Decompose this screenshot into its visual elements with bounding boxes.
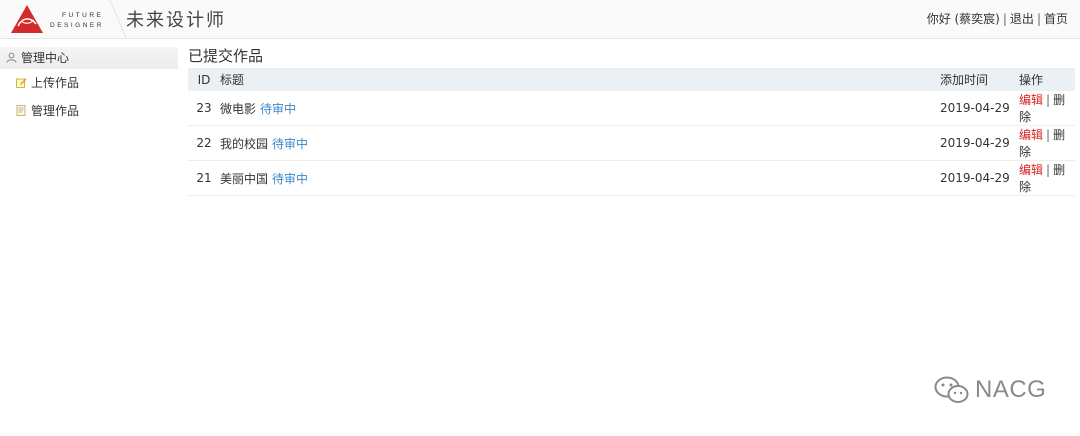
row-title: 美丽中国 bbox=[220, 171, 269, 186]
link-separator: | bbox=[1036, 12, 1041, 26]
table-row: 23 微电影 待审中 2019-04-29 编辑 | 删除 bbox=[188, 91, 1075, 126]
edit-link[interactable]: 编辑 bbox=[1019, 163, 1043, 177]
row-title: 我的校园 bbox=[220, 136, 269, 151]
col-header-ops: 操作 bbox=[1019, 73, 1044, 87]
op-separator: | bbox=[1046, 93, 1051, 107]
row-date: 2019-04-29 bbox=[940, 101, 1010, 115]
row-ops: 编辑 | 删除 bbox=[1019, 161, 1075, 196]
main-content: 已提交作品 ID 标题 添加时间 操作 23 微电影 待审中 2019-04-29… bbox=[188, 44, 1075, 196]
watermark-text: NACG bbox=[975, 376, 1047, 403]
status-badge: 待审中 bbox=[272, 136, 309, 151]
sidebar: 管理中心 上传作品 管理作品 bbox=[0, 47, 178, 125]
col-header-id: ID bbox=[197, 72, 211, 87]
link-separator: | bbox=[1002, 12, 1007, 26]
user-icon bbox=[6, 48, 17, 70]
logo-line-1: FUTURE bbox=[62, 12, 104, 19]
logo-text: FUTURE DESIGNER bbox=[50, 11, 104, 31]
table-header-row: ID 标题 添加时间 操作 bbox=[188, 68, 1075, 91]
user-greeting-link[interactable]: 你好 (蔡奕宸) bbox=[927, 12, 1000, 26]
logout-link[interactable]: 退出 bbox=[1010, 12, 1034, 26]
col-header-title: 标题 bbox=[220, 73, 245, 87]
sidebar-item-manage[interactable]: 管理作品 bbox=[0, 97, 178, 125]
document-icon bbox=[16, 98, 27, 126]
page-title: 已提交作品 bbox=[188, 47, 264, 65]
row-ops: 编辑 | 删除 bbox=[1019, 126, 1075, 161]
table-row: 22 我的校园 待审中 2019-04-29 编辑 | 删除 bbox=[188, 126, 1075, 161]
user-links: 你好 (蔡奕宸) | 退出 | 首页 bbox=[927, 10, 1068, 27]
edit-link[interactable]: 编辑 bbox=[1019, 128, 1043, 142]
status-badge: 待审中 bbox=[272, 171, 309, 186]
sidebar-heading-label: 管理中心 bbox=[21, 51, 70, 65]
table-row: 21 美丽中国 待审中 2019-04-29 编辑 | 删除 bbox=[188, 161, 1075, 196]
col-header-date: 添加时间 bbox=[940, 73, 989, 87]
row-id: 23 bbox=[196, 101, 212, 115]
site-title: 未来设计师 bbox=[126, 10, 226, 31]
row-title: 微电影 bbox=[220, 101, 257, 116]
edit-icon bbox=[16, 70, 27, 98]
wechat-icon bbox=[934, 376, 969, 403]
row-id: 21 bbox=[196, 171, 212, 185]
sidebar-heading: 管理中心 bbox=[0, 47, 178, 69]
top-header: FUTURE DESIGNER 未来设计师 你好 (蔡奕宸) | 退出 | 首页 bbox=[0, 0, 1080, 39]
home-link[interactable]: 首页 bbox=[1044, 12, 1068, 26]
sidebar-item-label: 管理作品 bbox=[31, 104, 80, 118]
header-divider bbox=[109, 0, 127, 38]
op-separator: | bbox=[1046, 163, 1051, 177]
sidebar-item-upload[interactable]: 上传作品 bbox=[0, 69, 178, 97]
row-date: 2019-04-29 bbox=[940, 136, 1010, 150]
row-id: 22 bbox=[196, 136, 212, 150]
site-logo[interactable]: FUTURE DESIGNER bbox=[10, 3, 118, 35]
logo-line-2: DESIGNER bbox=[50, 22, 104, 29]
logo-mark-icon bbox=[11, 5, 43, 33]
row-date: 2019-04-29 bbox=[940, 171, 1010, 185]
row-ops: 编辑 | 删除 bbox=[1019, 91, 1075, 126]
row-title-cell: 美丽中国 待审中 bbox=[220, 161, 940, 196]
sidebar-item-label: 上传作品 bbox=[31, 76, 80, 90]
row-title-cell: 我的校园 待审中 bbox=[220, 126, 940, 161]
row-title-cell: 微电影 待审中 bbox=[220, 91, 940, 126]
watermark: NACG bbox=[933, 374, 1046, 408]
op-separator: | bbox=[1046, 128, 1051, 142]
edit-link[interactable]: 编辑 bbox=[1019, 93, 1043, 107]
status-badge: 待审中 bbox=[260, 101, 297, 116]
works-table: ID 标题 添加时间 操作 23 微电影 待审中 2019-04-29 编辑 | 删除… bbox=[188, 68, 1075, 196]
